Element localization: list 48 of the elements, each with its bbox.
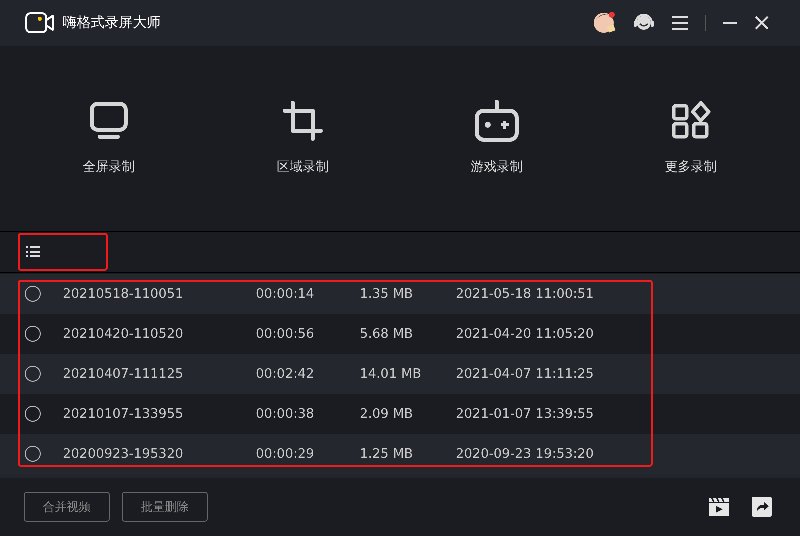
mode-label[interactable]: 全屏录制	[83, 158, 135, 176]
duration: 00:00:38	[256, 406, 316, 422]
menu-icon[interactable]	[671, 16, 689, 30]
recording-row[interactable]: 20210518-110051 00:00:14 1.35 MB 2021-05-18 11:00:51	[0, 274, 800, 314]
mode-label[interactable]: 游戏录制	[471, 158, 523, 176]
apps-icon[interactable]	[671, 100, 711, 142]
file-size: 1.25 MB	[360, 446, 414, 462]
recording-row[interactable]: 20210407-111125 00:02:42 14.01 MB 2021-04-07 11:11:25	[0, 354, 800, 394]
radio-button[interactable]	[25, 406, 41, 422]
mode-label[interactable]: 更多录制	[665, 158, 717, 176]
window-title: 嗨格式录屏大师	[63, 14, 161, 32]
clapperboard-icon[interactable]	[708, 497, 730, 517]
file-size: 5.68 MB	[360, 326, 414, 342]
file-size: 2.09 MB	[360, 406, 414, 422]
file-name: 20210420-110520	[63, 326, 184, 342]
camera-icon	[25, 12, 55, 34]
gamepad-icon[interactable]	[474, 100, 520, 142]
radio-button[interactable]	[25, 366, 41, 382]
duration: 00:00:14	[256, 286, 316, 302]
monitor-icon[interactable]	[89, 100, 129, 142]
close-icon[interactable]	[754, 15, 770, 31]
action-button[interactable]: 批量删除	[122, 492, 208, 522]
date-time: 2021-04-07 11:11:25	[456, 366, 594, 382]
file-size: 14.01 MB	[360, 366, 422, 382]
list-icon[interactable]	[26, 246, 40, 258]
radio-button[interactable]	[25, 446, 41, 462]
radio-button[interactable]	[25, 286, 41, 302]
date-time: 2020-09-23 19:53:20	[456, 446, 594, 462]
file-name: 20200923-195320	[63, 446, 184, 462]
mode-label[interactable]: 区域录制	[277, 158, 329, 176]
avatar-icon[interactable]	[593, 11, 617, 35]
duration: 00:02:42	[256, 366, 316, 382]
file-name: 20210407-111125	[63, 366, 184, 382]
crop-icon[interactable]	[283, 100, 323, 142]
action-button[interactable]: 合并视频	[24, 492, 110, 522]
date-time: 2021-05-18 11:00:51	[456, 286, 594, 302]
date-time: 2021-01-07 13:39:55	[456, 406, 594, 422]
file-name: 20210107-133955	[63, 406, 184, 422]
recording-row[interactable]: 20200923-195320 00:00:29 1.25 MB 2020-09-23 19:53:20	[0, 434, 800, 474]
radio-button[interactable]	[25, 326, 41, 342]
duration: 00:00:56	[256, 326, 316, 342]
file-name: 20210518-110051	[63, 286, 184, 302]
date-time: 2021-04-20 11:05:20	[456, 326, 594, 342]
share-icon[interactable]	[752, 497, 772, 517]
recording-row[interactable]: 20210420-110520 00:00:56 5.68 MB 2021-04-20 11:05:20	[0, 314, 800, 354]
duration: 00:00:29	[256, 446, 316, 462]
file-size: 1.35 MB	[360, 286, 414, 302]
recording-row[interactable]: 20210107-133955 00:00:38 2.09 MB 2021-01-07 13:39:55	[0, 394, 800, 434]
